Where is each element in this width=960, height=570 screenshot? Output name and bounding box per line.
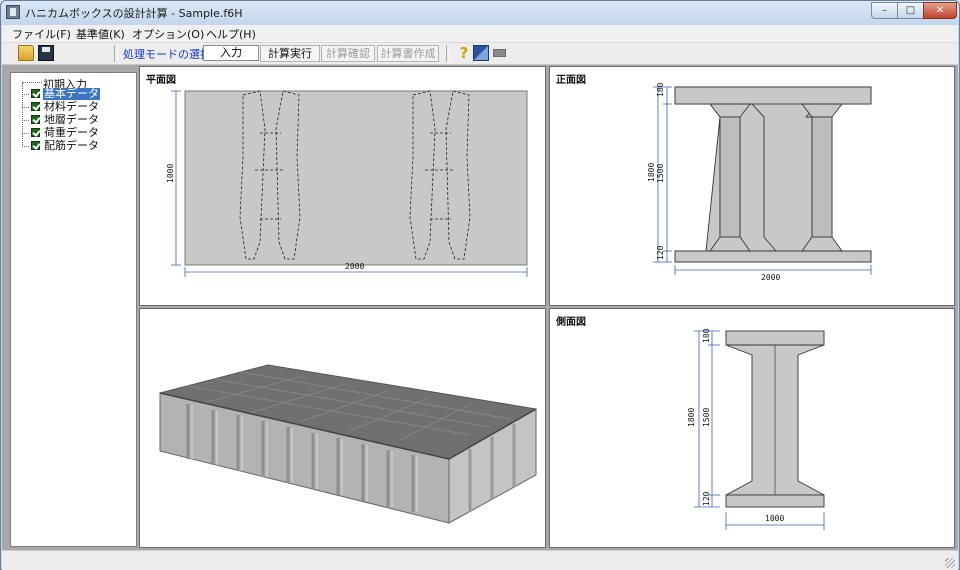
side-total-height-dimension: 1800 bbox=[687, 408, 696, 427]
side-width-dimension: 1000 bbox=[765, 514, 784, 523]
tree-item-label: 配筋データ bbox=[44, 139, 99, 152]
checkbox-icon bbox=[31, 141, 40, 150]
plan-height-dimension: 1000 bbox=[166, 164, 175, 183]
front-bottom-dimension: 120 bbox=[656, 245, 665, 260]
help-icon[interactable]: ? bbox=[456, 45, 472, 61]
window-title: ハニカムボックスの設計計算 - Sample.f6H bbox=[25, 7, 243, 20]
side-section-shape bbox=[725, 330, 825, 508]
tree-item-label: 荷重データ bbox=[44, 126, 99, 139]
minimize-button[interactable]: – bbox=[871, 2, 898, 19]
checkbox-icon bbox=[31, 102, 40, 111]
isometric-drawing bbox=[159, 364, 538, 524]
tree-item-rebar-data[interactable]: 配筋データ bbox=[22, 140, 132, 153]
plan-slab bbox=[184, 90, 528, 266]
front-width-dimension: 2000 bbox=[761, 273, 780, 282]
run-calculation-button[interactable]: 計算実行 bbox=[260, 45, 320, 62]
front-total-height-dimension: 1800 bbox=[647, 163, 656, 182]
isometric-view-pane[interactable] bbox=[139, 308, 546, 548]
menu-bar: ファイル(F) 基準値(K) オプション(O) ヘルプ(H) bbox=[2, 25, 958, 43]
toolbar: 処理モードの選択 入力 計算実行 計算確認 計算書作成 ? bbox=[2, 43, 958, 65]
side-bottom-dimension: 120 bbox=[702, 491, 711, 506]
check-calculation-button[interactable]: 計算確認 bbox=[321, 45, 375, 62]
close-button[interactable]: ✕ bbox=[923, 2, 957, 19]
version-icon[interactable] bbox=[493, 49, 506, 57]
open-folder-icon[interactable] bbox=[18, 45, 34, 61]
app-window: ハニカムボックスの設計計算 - Sample.f6H – □ ✕ ファイル(F)… bbox=[0, 0, 960, 570]
toolbar-separator bbox=[114, 45, 118, 62]
checkbox-icon bbox=[31, 128, 40, 137]
side-mid-dimension: 1500 bbox=[702, 408, 711, 427]
menu-file[interactable]: ファイル(F) bbox=[12, 26, 71, 42]
plan-view-pane[interactable]: 平面図 2000 1000 bbox=[139, 66, 546, 306]
create-report-button[interactable]: 計算書作成 bbox=[377, 45, 439, 62]
app-icon bbox=[6, 5, 20, 19]
title-bar: ハニカムボックスの設計計算 - Sample.f6H – □ ✕ bbox=[1, 1, 959, 25]
side-view-pane[interactable]: 側面図 1800 180 1500 120 1000 bbox=[549, 308, 955, 548]
tree-item-label: 地層データ bbox=[44, 113, 99, 126]
toolbar-separator bbox=[446, 45, 450, 62]
manual-icon[interactable] bbox=[473, 45, 489, 61]
checkbox-icon bbox=[31, 115, 40, 124]
menu-help[interactable]: ヘルプ(H) bbox=[206, 26, 256, 42]
status-bar bbox=[2, 550, 958, 570]
menu-standard[interactable]: 基準値(K) bbox=[76, 26, 125, 42]
front-top-dimension: 180 bbox=[656, 82, 665, 97]
input-tree: 初期入力 基本データ 材料データ 地層データ 荷重データ 配筋データ bbox=[10, 72, 137, 547]
front-section-shape bbox=[674, 86, 872, 263]
mode-input-button[interactable]: 入力 bbox=[203, 45, 259, 61]
maximize-button[interactable]: □ bbox=[897, 2, 924, 19]
side-view-drawing: 1800 180 1500 120 1000 bbox=[687, 328, 825, 530]
menu-options[interactable]: オプション(O) bbox=[132, 26, 204, 42]
plan-width-dimension: 2000 bbox=[345, 262, 364, 271]
front-view-pane[interactable]: 正面図 1800 180 1500 120 2000 bbox=[549, 66, 955, 306]
checkbox-icon bbox=[31, 89, 40, 98]
mode-select-label: 処理モードの選択 bbox=[123, 48, 211, 61]
save-icon[interactable] bbox=[38, 45, 54, 61]
plan-view-drawing: 2000 1000 bbox=[166, 90, 528, 277]
tree-connector bbox=[22, 82, 42, 83]
tree-item-label: 材料データ bbox=[44, 100, 99, 113]
tree-item-label: 基本データ bbox=[43, 87, 100, 100]
front-mid-dimension: 1500 bbox=[656, 164, 665, 183]
front-view-drawing: 1800 180 1500 120 2000 bbox=[647, 82, 872, 282]
side-top-dimension: 180 bbox=[702, 328, 711, 343]
resize-grip-icon[interactable] bbox=[945, 558, 955, 568]
